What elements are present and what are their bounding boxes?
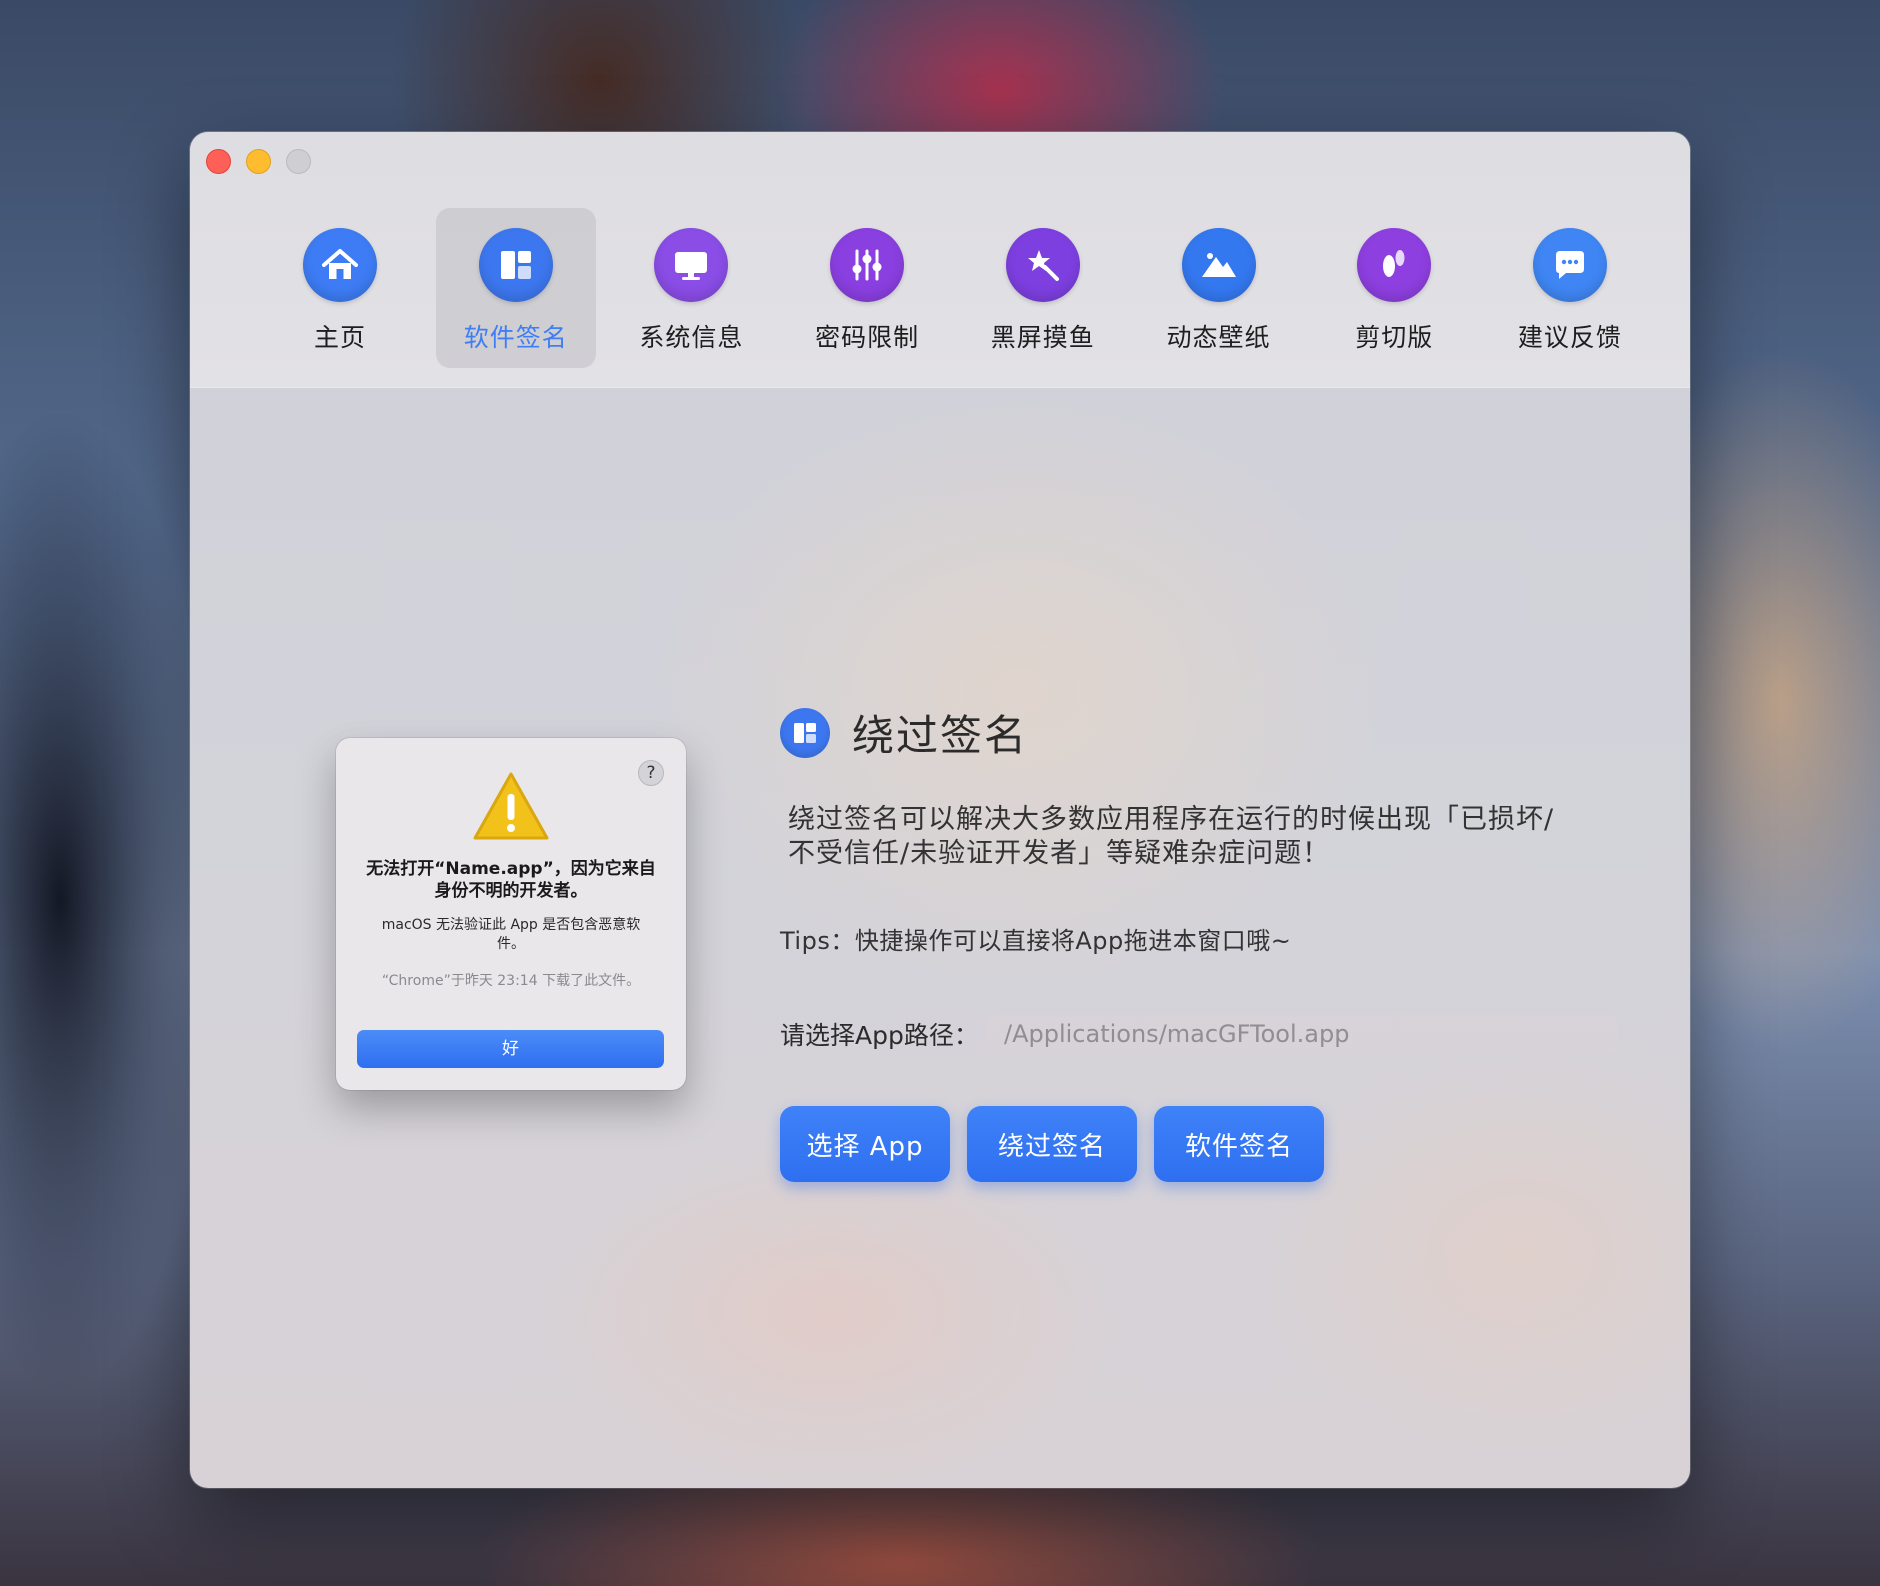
tab-clipboard[interactable]: 剪切版 — [1314, 208, 1474, 368]
home-icon — [303, 228, 377, 302]
tab-label: 系统信息 — [639, 323, 744, 352]
app-window: 主页 软件签名 系统信息 密码限制 黑屏摸鱼 动态壁纸 剪切版 建议反馈 ? 无… — [190, 132, 1690, 1488]
alert-note: “Chrome”于昨天 23:14 下载了此文件。 — [381, 973, 641, 989]
tab-live-wallpaper[interactable]: 动态壁纸 — [1139, 208, 1299, 368]
gatekeeper-alert-illustration: ? 无法打开“Name.app”，因为它来自身份不明的开发者。 macOS 无法… — [336, 738, 686, 1090]
tab-label: 主页 — [313, 323, 366, 352]
select-app-button[interactable]: 选择 App — [780, 1106, 950, 1182]
section-description: 绕过签名可以解决大多数应用程序在运行的时候出现「已损坏/不受信任/未验证开发者」… — [788, 804, 1555, 869]
tab-software-signing[interactable]: 软件签名 — [435, 208, 596, 368]
tab-label: 剪切版 — [1355, 323, 1434, 352]
help-button[interactable]: ? — [638, 760, 664, 786]
alert-title: 无法打开“Name.app”，因为它来自身份不明的开发者。 — [366, 859, 656, 901]
layout-icon — [478, 228, 553, 302]
path-row: 请选择App路径： — [780, 1014, 1640, 1054]
layout-icon — [780, 707, 830, 758]
tab-label: 密码限制 — [815, 323, 920, 352]
section-header: 绕过签名 — [780, 702, 1640, 763]
mountain-icon — [1181, 228, 1256, 302]
alert-message: macOS 无法验证此 App 是否包含恶意软件。 — [381, 917, 641, 952]
tab-label: 软件签名 — [463, 323, 568, 352]
tab-label: 动态壁纸 — [1166, 323, 1271, 352]
tab-label: 建议反馈 — [1517, 323, 1622, 352]
tab-label: 黑屏摸鱼 — [990, 323, 1095, 352]
path-label: 请选择App路径： — [780, 1021, 979, 1050]
tab-home[interactable]: 主页 — [260, 208, 420, 368]
app-path-input[interactable] — [986, 1014, 1618, 1054]
tips-text: Tips：快捷操作可以直接将App拖进本窗口哦~ — [780, 927, 1292, 955]
monitor-icon — [654, 228, 729, 302]
minimize-button[interactable] — [246, 149, 271, 174]
sliders-icon — [830, 228, 905, 302]
tab-system-info[interactable]: 系统信息 — [611, 208, 771, 368]
action-buttons: 选择 App 绕过签名 软件签名 — [780, 1106, 1640, 1182]
tab-black-screen[interactable]: 黑屏摸鱼 — [963, 208, 1123, 368]
signing-panel: 绕过签名 绕过签名可以解决大多数应用程序在运行的时候出现「已损坏/不受信任/未验… — [780, 702, 1640, 1182]
ok-button[interactable]: 好 — [357, 1030, 664, 1068]
page-title: 绕过签名 — [852, 711, 1029, 760]
toolbar: 主页 软件签名 系统信息 密码限制 黑屏摸鱼 动态壁纸 剪切版 建议反馈 — [190, 132, 1690, 388]
close-button[interactable] — [206, 149, 231, 174]
warning-icon — [471, 770, 551, 842]
tab-bar: 主页 软件签名 系统信息 密码限制 黑屏摸鱼 动态壁纸 剪切版 建议反馈 — [260, 208, 1650, 368]
zoom-button[interactable] — [286, 149, 311, 174]
footprints-icon — [1357, 228, 1432, 302]
magic-wand-icon — [1005, 228, 1080, 302]
tab-feedback[interactable]: 建议反馈 — [1490, 208, 1650, 368]
window-controls — [206, 149, 311, 174]
bypass-signature-button[interactable]: 绕过签名 — [967, 1106, 1137, 1182]
chat-bubble-icon — [1532, 228, 1607, 302]
sign-software-button[interactable]: 软件签名 — [1154, 1106, 1324, 1182]
tab-password-limit[interactable]: 密码限制 — [787, 208, 947, 368]
